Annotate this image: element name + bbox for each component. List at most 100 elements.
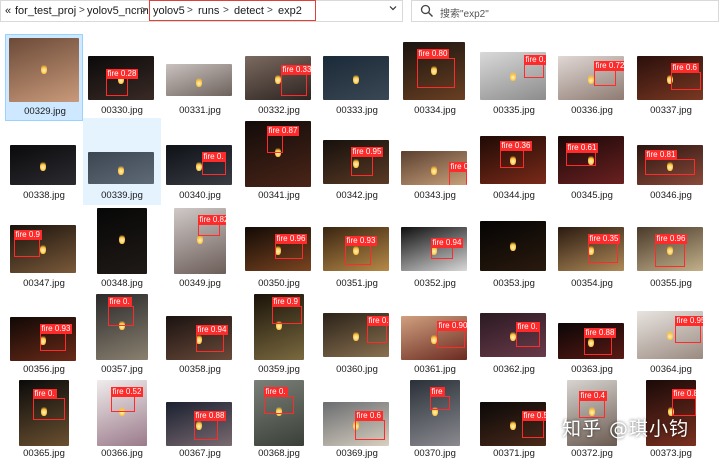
file-item[interactable]: fire 0.33 00332.jpg	[240, 34, 318, 121]
file-item[interactable]: fire 0.88 00363.jpg	[553, 291, 631, 378]
detection-box: fire 0.9	[13, 230, 42, 257]
candle-flame-icon	[510, 419, 516, 430]
file-name: 00371.jpg	[493, 448, 535, 459]
file-item[interactable]: fire 0.88 00367.jpg	[161, 376, 239, 463]
image-thumbnail: fire	[410, 380, 460, 446]
file-item[interactable]: fire 0.95 00342.jpg	[318, 118, 396, 205]
detection-label: fire 0.95	[350, 147, 384, 157]
file-item[interactable]: fire 0. 00365.jpg	[5, 376, 83, 463]
candle-flame-icon	[431, 65, 437, 76]
search-icon	[420, 4, 433, 17]
candle-flame-icon	[197, 234, 203, 245]
breadcrumb-item-for-test-proj[interactable]: for_test_proj	[15, 4, 76, 18]
breadcrumb-item-yolov5-ncnn[interactable]: yolov5_ncnn	[87, 4, 149, 18]
file-item[interactable]: fire 0.61 00345.jpg	[553, 118, 631, 205]
detection-label: fire 0.93	[344, 236, 378, 246]
file-item[interactable]: fire 0.94 00352.jpg	[396, 205, 474, 292]
image-thumbnail: fire 0.28	[88, 56, 154, 100]
detection-label: fire 0.	[263, 387, 288, 397]
file-item[interactable]: 00338.jpg	[5, 118, 83, 205]
file-item[interactable]: fire 0.80 00334.jpg	[396, 34, 474, 121]
file-item[interactable]: fire 0. 00368.jpg	[240, 376, 318, 463]
file-name: 00349.jpg	[179, 278, 221, 289]
candle-flame-icon	[275, 244, 281, 255]
file-item[interactable]: fire 0. 00362.jpg	[475, 291, 553, 378]
detection-label: fire 0.35	[587, 234, 621, 244]
image-thumbnail: fire 0.94	[166, 316, 232, 360]
candle-flame-icon	[432, 406, 438, 417]
file-item[interactable]: fire 0.90 00361.jpg	[396, 291, 474, 378]
file-item[interactable]: 00331.jpg	[161, 34, 239, 121]
file-item[interactable]: fire 0.81 00346.jpg	[632, 118, 710, 205]
image-thumbnail	[88, 152, 154, 184]
image-thumbnail: fire 0.90	[401, 316, 467, 360]
search-placeholder: 搜索"exp2"	[440, 9, 489, 20]
file-name: 00339.jpg	[101, 190, 143, 201]
file-item[interactable]: fire 0.56 00371.jpg	[475, 376, 553, 463]
file-item[interactable]: fire 0.96 00350.jpg	[240, 205, 318, 292]
file-item[interactable]: 00333.jpg	[318, 34, 396, 121]
candle-flame-icon	[275, 147, 281, 158]
candle-flame-icon	[196, 333, 202, 344]
file-item[interactable]: fire 0.72 00336.jpg	[553, 34, 631, 121]
chevron-down-icon[interactable]	[388, 3, 398, 16]
file-name: 00343.jpg	[414, 190, 456, 201]
search-box[interactable]: 搜索"exp2"	[411, 0, 719, 22]
file-item[interactable]: fire 0.36 00344.jpg	[475, 118, 553, 205]
candle-flame-icon	[196, 161, 202, 171]
file-item[interactable]: fire 0.95 00360.jpg	[318, 291, 396, 378]
image-thumbnail: fire 0.93	[10, 317, 76, 361]
file-name: 00350.jpg	[258, 278, 300, 289]
detection-label: fire 0.52	[110, 387, 144, 397]
file-item[interactable]: fire 0.95 00364.jpg	[632, 291, 710, 378]
candle-flame-icon	[41, 406, 47, 417]
candle-flame-icon	[196, 76, 202, 87]
file-item[interactable]: 00348.jpg	[83, 205, 161, 292]
detection-box: fire 0.56	[521, 411, 546, 438]
image-thumbnail: fire 0.96	[245, 227, 311, 271]
file-name: 00329.jpg	[24, 106, 66, 117]
file-item[interactable]: fire 0.93 00356.jpg	[5, 291, 83, 378]
watermark: 知乎 @琪小钧	[562, 418, 690, 440]
detection-box: fire 0.6	[670, 63, 701, 90]
candle-flame-icon	[510, 155, 516, 166]
file-name: 00373.jpg	[650, 448, 692, 459]
file-item[interactable]: 00353.jpg	[475, 205, 553, 292]
detection-label: fire 0.	[32, 389, 57, 399]
file-name: 00362.jpg	[493, 364, 535, 375]
file-item[interactable]: fire 00370.jpg	[396, 376, 474, 463]
chevron-right-icon[interactable]: >	[79, 4, 85, 18]
file-item[interactable]: fire 0.87 00341.jpg	[240, 118, 318, 205]
file-item[interactable]: fire 0.6 00337.jpg	[632, 34, 710, 121]
file-name: 00334.jpg	[414, 105, 456, 116]
file-item[interactable]: 00329.jpg	[5, 34, 83, 121]
file-item[interactable]: fire 0.7 00343.jpg	[396, 118, 474, 205]
file-item[interactable]: fire 0. 00335.jpg	[475, 34, 553, 121]
file-item[interactable]: 00339.jpg	[83, 118, 161, 205]
image-thumbnail: fire 0.93	[323, 227, 389, 271]
file-item[interactable]: fire 0.6 00369.jpg	[318, 376, 396, 463]
file-item[interactable]: fire 0.82 00349.jpg	[161, 205, 239, 292]
chevron-right-icon[interactable]: >	[141, 4, 147, 18]
file-item[interactable]: fire 0.28 00330.jpg	[83, 34, 161, 121]
file-item[interactable]: fire 0.52 00366.jpg	[83, 376, 161, 463]
detection-box: fire 0.95	[366, 316, 389, 343]
detection-label: fire 0.6	[670, 63, 699, 73]
file-item[interactable]: fire 0.35 00354.jpg	[553, 205, 631, 292]
detection-label: fire 0.7	[448, 162, 467, 172]
file-item[interactable]: fire 0.93 00351.jpg	[318, 205, 396, 292]
file-item[interactable]: fire 0.94 00358.jpg	[161, 291, 239, 378]
candle-flame-icon	[40, 161, 46, 171]
breadcrumb-overflow[interactable]: «	[5, 4, 11, 18]
image-thumbnail: fire 0.82	[174, 208, 226, 274]
file-item[interactable]: fire 0. 00340.jpg	[161, 118, 239, 205]
file-item[interactable]: fire 0. 00357.jpg	[83, 291, 161, 378]
file-name: 00344.jpg	[493, 190, 535, 201]
file-name: 00330.jpg	[101, 105, 143, 116]
file-item[interactable]: fire 0.96 00355.jpg	[632, 205, 710, 292]
file-item[interactable]: fire 0.9 00359.jpg	[240, 291, 318, 378]
candle-flame-icon	[431, 244, 437, 255]
detection-label: fire 0.90	[436, 321, 467, 331]
detection-label: fire 0.96	[654, 234, 688, 244]
file-item[interactable]: fire 0.9 00347.jpg	[5, 205, 83, 292]
